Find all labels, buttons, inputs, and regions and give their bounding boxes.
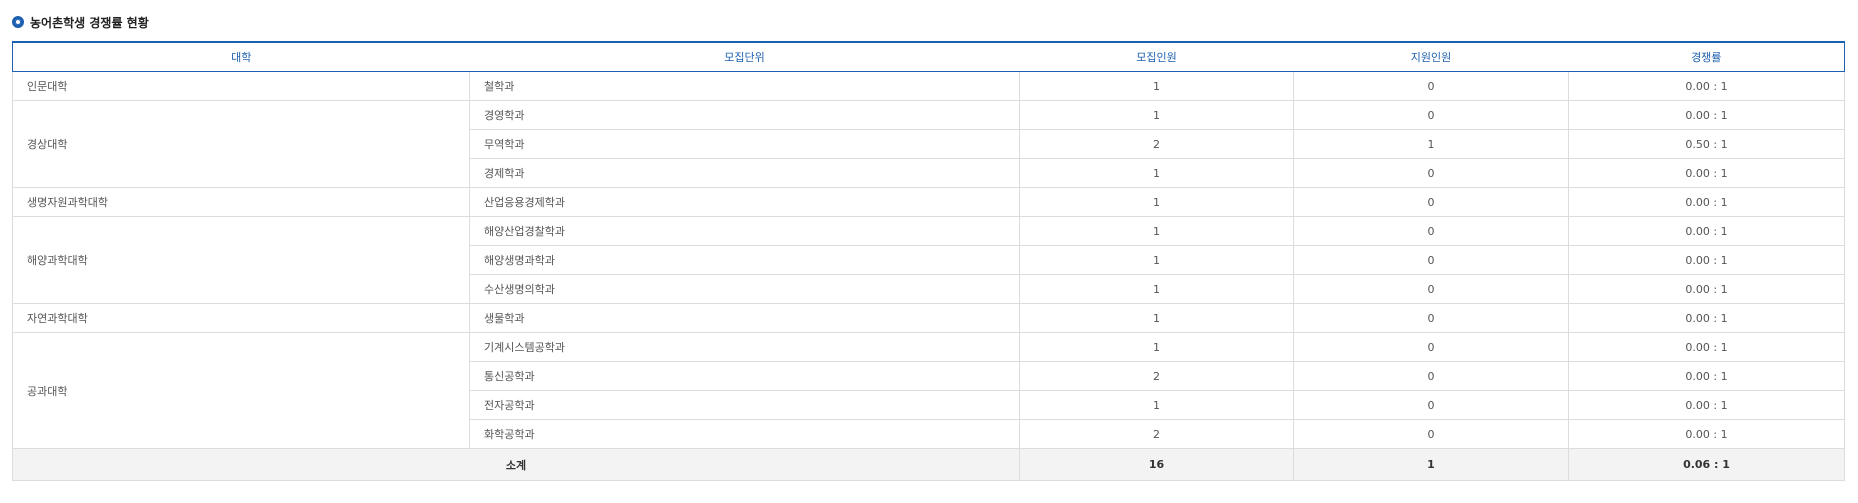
- header-applicants: 지원인원: [1293, 41, 1569, 72]
- table-row: 생명자원과학대학 산업응용경제학과 1 0 0.00 : 1: [12, 187, 1845, 217]
- ratio-cell: 0.00 : 1: [1568, 332, 1845, 362]
- quota-cell: 2: [1019, 129, 1294, 159]
- unit-cell: 기계시스템공학과: [469, 332, 1020, 362]
- total-quota: 16: [1019, 448, 1294, 481]
- quota-cell: 1: [1019, 100, 1294, 130]
- section-title: 농어촌학생 경쟁률 현황: [30, 15, 149, 30]
- applicants-cell: 0: [1293, 419, 1569, 449]
- ratio-cell: 0.00 : 1: [1568, 100, 1845, 130]
- table-row: 자연과학대학 생물학과 1 0 0.00 : 1: [12, 303, 1845, 333]
- unit-cell: 생물학과: [469, 303, 1020, 333]
- unit-cell: 수산생명의학과: [469, 274, 1020, 304]
- college-cell: 자연과학대학: [12, 303, 470, 333]
- college-cell: 인문대학: [12, 71, 470, 101]
- unit-cell: 경영학과: [469, 100, 1020, 130]
- quota-cell: 1: [1019, 245, 1294, 275]
- unit-cell: 해양산업경찰학과: [469, 216, 1020, 246]
- quota-cell: 1: [1019, 187, 1294, 217]
- applicants-cell: 0: [1293, 216, 1569, 246]
- ratio-cell: 0.00 : 1: [1568, 187, 1845, 217]
- header-unit: 모집단위: [469, 41, 1020, 72]
- table-header: 대학 모집단위 모집인원 지원인원 경쟁률: [12, 41, 1845, 72]
- header-row: 대학 모집단위 모집인원 지원인원 경쟁률: [12, 41, 1845, 72]
- ratio-cell: 0.00 : 1: [1568, 390, 1845, 420]
- radio-bullet-icon: [12, 16, 24, 28]
- section-heading: 농어촌학생 경쟁률 현황: [12, 12, 149, 32]
- unit-cell: 무역학과: [469, 129, 1020, 159]
- applicants-cell: 0: [1293, 361, 1569, 391]
- total-ratio: 0.06 : 1: [1568, 448, 1845, 481]
- header-quota: 모집인원: [1019, 41, 1294, 72]
- ratio-cell: 0.00 : 1: [1568, 303, 1845, 333]
- applicants-cell: 0: [1293, 303, 1569, 333]
- quota-cell: 1: [1019, 332, 1294, 362]
- ratio-cell: 0.00 : 1: [1568, 361, 1845, 391]
- quota-cell: 1: [1019, 390, 1294, 420]
- applicants-cell: 1: [1293, 129, 1569, 159]
- table-row: 해양과학대학 해양산업경찰학과 1 0 0.00 : 1: [12, 216, 1845, 304]
- competition-rate-table: 대학 모집단위 모집인원 지원인원 경쟁률 인문대학 철학과 1 0 0.00 : 1경…: [12, 41, 1845, 481]
- unit-cell: 통신공학과: [469, 361, 1020, 391]
- table-row: 경상대학 경영학과 1 0 0.00 : 1: [12, 100, 1845, 188]
- college-cell: 생명자원과학대학: [12, 187, 470, 217]
- quota-cell: 2: [1019, 419, 1294, 449]
- college-cell: 공과대학: [12, 332, 470, 449]
- unit-cell: 해양생명과학과: [469, 245, 1020, 275]
- applicants-cell: 0: [1293, 274, 1569, 304]
- header-ratio: 경쟁률: [1568, 41, 1845, 72]
- total-label: 소계: [12, 448, 1020, 481]
- ratio-cell: 0.50 : 1: [1568, 129, 1845, 159]
- quota-cell: 1: [1019, 71, 1294, 101]
- ratio-cell: 0.00 : 1: [1568, 71, 1845, 101]
- quota-cell: 1: [1019, 303, 1294, 333]
- ratio-cell: 0.00 : 1: [1568, 274, 1845, 304]
- ratio-cell: 0.00 : 1: [1568, 419, 1845, 449]
- ratio-cell: 0.00 : 1: [1568, 245, 1845, 275]
- quota-cell: 1: [1019, 158, 1294, 188]
- table-row: 공과대학 기계시스템공학과 1 0 0.00 : 1: [12, 332, 1845, 449]
- table-row: 인문대학 철학과 1 0 0.00 : 1: [12, 71, 1845, 101]
- unit-cell: 전자공학과: [469, 390, 1020, 420]
- applicants-cell: 0: [1293, 158, 1569, 188]
- unit-cell: 철학과: [469, 71, 1020, 101]
- unit-cell: 화학공학과: [469, 419, 1020, 449]
- ratio-cell: 0.00 : 1: [1568, 158, 1845, 188]
- applicants-cell: 0: [1293, 332, 1569, 362]
- unit-cell: 산업응용경제학과: [469, 187, 1020, 217]
- total-applicants: 1: [1293, 448, 1569, 481]
- applicants-cell: 0: [1293, 100, 1569, 130]
- total-row: 소계 16 1 0.06 : 1: [12, 448, 1845, 481]
- unit-cell: 경제학과: [469, 158, 1020, 188]
- college-cell: 경상대학: [12, 100, 470, 188]
- table-body: 인문대학 철학과 1 0 0.00 : 1 경상대학 경영학과 1 0 0.00 : 1 무역학과 2…: [12, 71, 1845, 481]
- applicants-cell: 0: [1293, 71, 1569, 101]
- applicants-cell: 0: [1293, 187, 1569, 217]
- college-cell: 해양과학대학: [12, 216, 470, 304]
- applicants-cell: 0: [1293, 245, 1569, 275]
- quota-cell: 1: [1019, 274, 1294, 304]
- quota-cell: 2: [1019, 361, 1294, 391]
- ratio-cell: 0.00 : 1: [1568, 216, 1845, 246]
- header-college: 대학: [12, 41, 470, 72]
- applicants-cell: 0: [1293, 390, 1569, 420]
- quota-cell: 1: [1019, 216, 1294, 246]
